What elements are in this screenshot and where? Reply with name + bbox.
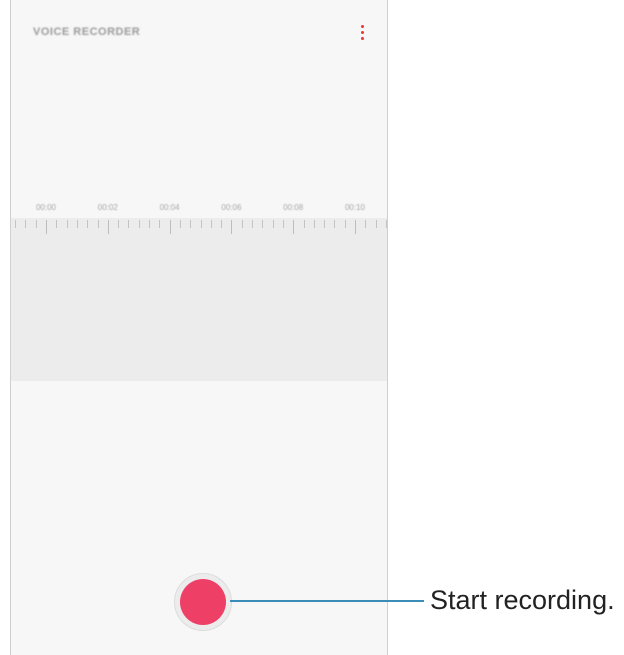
timeline-tick: [293, 220, 295, 234]
timeline-tick-label: 00:02: [97, 203, 118, 212]
timeline-tick: [221, 220, 223, 228]
timeline-tick: [190, 220, 192, 228]
timeline-tick: [138, 220, 140, 228]
timeline-tick: [375, 220, 377, 228]
timeline-tick: [118, 220, 120, 228]
timeline-tick: [200, 220, 202, 228]
callout-label: Start recording.: [430, 585, 615, 615]
voice-recorder-screen: VOICE RECORDER 00:00 00:02 00:04 00:06 00:08…: [10, 0, 388, 655]
timeline-tick: [385, 220, 387, 228]
timeline-tick-label: 00:10: [344, 203, 366, 212]
timeline-tick: [179, 220, 181, 228]
timeline-tick-label: 00:08: [283, 203, 304, 212]
timeline-tick: [303, 220, 305, 228]
timeline-tick: [252, 220, 253, 228]
timeline-tick: [107, 220, 109, 234]
timeline-tick: [46, 220, 47, 234]
timeline-tick: [262, 220, 264, 228]
timeline-tick: [159, 220, 161, 228]
timeline-tick: [231, 220, 233, 234]
more-options-button[interactable]: [351, 20, 373, 44]
record-button[interactable]: [174, 573, 232, 631]
more-vertical-icon-dot: [360, 30, 364, 34]
timeline-tick: [210, 220, 212, 228]
timeline-tick: [282, 220, 284, 228]
timeline-tick: [25, 220, 27, 228]
callout-line: [230, 600, 424, 602]
timeline-tick: [241, 220, 243, 228]
timeline-tick: [87, 220, 89, 228]
timeline-tick: [324, 220, 326, 228]
timeline-tick: [344, 220, 346, 228]
timeline-tick: [313, 220, 315, 228]
timeline-tick: [365, 220, 367, 228]
timeline-tick: [15, 220, 17, 228]
record-icon: [180, 579, 226, 625]
timeline-tick-label: 00:00: [35, 203, 57, 212]
timeline-tick: [35, 220, 37, 228]
more-vertical-icon-dot: [360, 36, 364, 40]
timeline-tick: [97, 220, 99, 228]
timeline-tick: [334, 220, 336, 228]
timeline-tick: [76, 220, 78, 228]
timeline-tick-label: 00:04: [159, 203, 180, 212]
timeline-tick: [66, 220, 68, 228]
timeline-tick: [355, 220, 356, 234]
timeline-tick: [169, 220, 171, 234]
timeline-tick: [149, 220, 150, 228]
timeline-tick: [128, 220, 130, 228]
timeline-tick: [272, 220, 274, 228]
waveform-area: [11, 218, 387, 381]
more-vertical-icon: [360, 24, 364, 28]
app-title: VOICE RECORDER: [33, 26, 141, 38]
timeline-tick: [56, 220, 58, 228]
timeline-tick-label: 00:06: [221, 203, 242, 212]
